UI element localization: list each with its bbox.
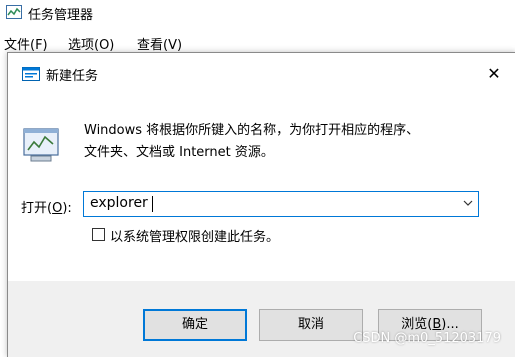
dialog-description: Windows 将根据你所键入的名称，为你打开相应的程序、 文件夹、文档或 In…	[84, 120, 504, 164]
csdn-watermark: CSDN @m0_51203179	[353, 331, 501, 346]
admin-checkbox-label[interactable]: 以系统管理权限创建此任务。	[110, 226, 279, 245]
menu-options[interactable]: 选项(O)	[68, 34, 114, 53]
new-task-dialog: 新建任务 ✕ Windows 将根据你所键入的名称，为你打开相应的程序、 文件夹…	[7, 52, 515, 357]
dialog-body: Windows 将根据你所键入的名称，为你打开相应的程序、 文件夹、文档或 In…	[8, 93, 515, 281]
task-manager-titlebar: 任务管理器	[0, 0, 515, 26]
dialog-title: 新建任务	[46, 69, 99, 84]
open-label: 打开(O):	[21, 201, 72, 216]
cancel-button[interactable]: 取消	[259, 309, 363, 341]
menu-view[interactable]: 查看(V)	[137, 34, 182, 53]
run-program-icon	[23, 128, 59, 162]
close-icon: ✕	[487, 64, 501, 83]
text-caret	[152, 196, 153, 212]
description-line-2: 文件夹、文档或 Internet 资源。	[84, 145, 274, 160]
dialog-titlebar: 新建任务 ✕	[8, 53, 515, 93]
task-manager-title: 任务管理器	[28, 8, 94, 23]
open-combobox[interactable]: explorer	[83, 191, 479, 217]
description-line-1: Windows 将根据你所键入的名称，为你打开相应的程序、	[84, 123, 420, 138]
task-manager-icon	[6, 5, 22, 19]
ok-button[interactable]: 确定	[143, 309, 247, 341]
run-dialog-icon	[22, 67, 40, 81]
admin-checkbox[interactable]	[92, 228, 105, 241]
menu-file[interactable]: 文件(F)	[4, 34, 48, 53]
open-input[interactable]: explorer	[90, 195, 148, 211]
chevron-down-icon[interactable]	[462, 195, 474, 211]
close-button[interactable]: ✕	[480, 61, 508, 87]
